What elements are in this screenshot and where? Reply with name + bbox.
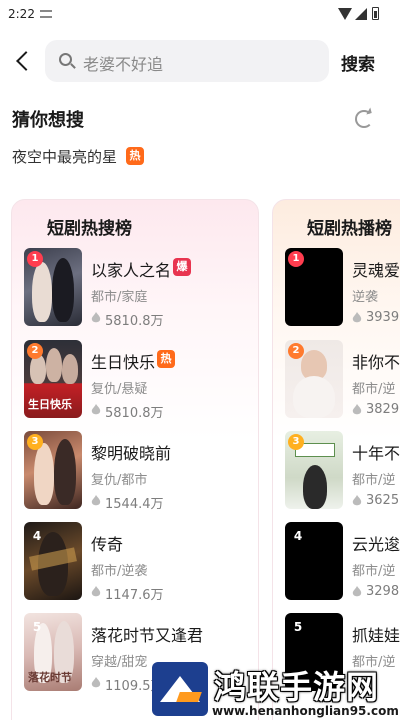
panel-title: 短剧热播榜 xyxy=(307,219,392,239)
site-watermark: 鸿联手游网 www.henanhonglian95.com xyxy=(152,660,400,720)
rank-number: 5 xyxy=(293,620,303,634)
drama-tags: 都市/逆 xyxy=(352,473,396,488)
drama-heat: 5810.8万 xyxy=(105,406,164,421)
drama-title: 生日快乐 xyxy=(91,353,156,372)
drama-poster: 2 xyxy=(285,340,343,418)
drama-heat: 3939 xyxy=(366,310,400,325)
drama-title: 十年不 xyxy=(352,444,400,463)
watermark-title: 鸿联手游网 xyxy=(214,668,380,706)
ranking-item[interactable]: 3 黎明破晓前 复仇/都市 1544.4万 xyxy=(24,431,254,513)
flame-icon xyxy=(91,677,101,688)
rank-number: 5 xyxy=(32,620,42,634)
drama-tags: 都市/家庭 xyxy=(91,290,148,305)
rank-number: 4 xyxy=(32,529,42,543)
drama-poster: 落花时节 5 xyxy=(24,613,82,691)
drama-poster: 4 xyxy=(24,522,82,600)
hot-play-ranking-panel: 短剧热播榜 1 灵魂爱 逆袭 3939 2 非你不 都市/逆 3829 3 十年… xyxy=(272,199,400,720)
flame-icon xyxy=(352,495,362,506)
wifi-icon xyxy=(338,8,352,20)
watermark-url: www.henanhonglian95.com xyxy=(212,704,399,718)
flame-icon xyxy=(91,404,101,415)
ranking-item[interactable]: 3 十年不 都市/逆 3625 xyxy=(285,431,400,513)
watermark-logo-icon xyxy=(152,662,208,716)
poster-caption: 落花时节 xyxy=(28,671,72,684)
search-input[interactable]: 老婆不好追 xyxy=(45,40,329,82)
search-placeholder: 老婆不好追 xyxy=(83,55,164,74)
notification-icon xyxy=(40,10,52,18)
drama-heat: 3829 xyxy=(366,402,400,417)
drama-title: 非你不 xyxy=(352,353,400,372)
rank-number: 4 xyxy=(293,529,303,543)
ranking-item[interactable]: 生日快乐 2 生日快乐 热 复仇/悬疑 5810.8万 xyxy=(24,340,254,422)
ranking-item[interactable]: 1 以家人之名 爆 都市/家庭 5810.8万 xyxy=(24,248,254,330)
drama-title: 传奇 xyxy=(91,535,124,554)
drama-title: 以家人之名 xyxy=(91,261,172,280)
guess-section-title: 猜你想搜 xyxy=(12,110,84,131)
flame-icon xyxy=(91,312,101,323)
drama-poster: 生日快乐 2 xyxy=(24,340,82,418)
drama-poster: 3 xyxy=(285,431,343,509)
ranking-item[interactable]: 4 云光逡 都市/逆 3298 xyxy=(285,522,400,604)
drama-tags: 穿越/甜宠 xyxy=(91,655,148,670)
rank-number: 2 xyxy=(27,343,43,359)
search-icon xyxy=(59,53,72,66)
refresh-icon[interactable] xyxy=(355,110,373,128)
drama-title: 灵魂爱 xyxy=(352,261,400,280)
drama-heat: 3298 xyxy=(366,584,400,599)
flame-icon xyxy=(352,586,362,597)
status-bar: 2:22 xyxy=(0,0,400,30)
drama-heat: 1147.6万 xyxy=(105,588,164,603)
rank-number: 2 xyxy=(288,343,304,359)
hot-search-ranking-panel: 短剧热搜榜 1 以家人之名 爆 都市/家庭 5810.8万 生日快乐 2 生日快… xyxy=(11,199,259,720)
drama-tags: 都市/逆袭 xyxy=(91,564,148,579)
ranking-item[interactable]: 1 灵魂爱 逆袭 3939 xyxy=(285,248,400,330)
drama-tags: 都市/逆 xyxy=(352,382,396,397)
drama-title: 黎明破晓前 xyxy=(91,444,172,463)
search-button[interactable]: 搜索 xyxy=(341,50,375,75)
battery-icon xyxy=(372,7,379,20)
drama-title: 云光逡 xyxy=(352,535,400,554)
drama-poster: 3 xyxy=(24,431,82,509)
back-arrow-icon[interactable] xyxy=(10,46,38,76)
rank-number: 1 xyxy=(27,251,43,267)
panel-title: 短剧热搜榜 xyxy=(47,219,132,239)
drama-heat: 3625 xyxy=(366,493,400,508)
guess-item[interactable]: 夜空中最亮的星 xyxy=(12,146,117,167)
drama-tags: 复仇/都市 xyxy=(91,473,148,488)
flame-icon xyxy=(91,586,101,597)
rank-number: 1 xyxy=(288,251,304,267)
drama-tags: 都市/逆 xyxy=(352,564,396,579)
drama-heat: 1544.4万 xyxy=(105,497,164,512)
drama-tags: 逆袭 xyxy=(352,290,379,305)
drama-tags: 复仇/悬疑 xyxy=(91,382,148,397)
explode-badge: 爆 xyxy=(173,258,191,276)
signal-icon xyxy=(355,8,367,20)
drama-title: 落花时节又逢君 xyxy=(91,626,204,645)
drama-poster: 1 xyxy=(285,248,343,326)
flame-icon xyxy=(352,404,362,415)
drama-heat: 5810.8万 xyxy=(105,314,164,329)
ranking-item[interactable]: 4 传奇 都市/逆袭 1147.6万 xyxy=(24,522,254,604)
flame-icon xyxy=(91,495,101,506)
status-time: 2:22 xyxy=(8,7,35,21)
rank-number: 3 xyxy=(288,434,304,450)
drama-poster: 4 xyxy=(285,522,343,600)
drama-poster: 1 xyxy=(24,248,82,326)
flame-icon xyxy=(352,312,362,323)
ranking-item[interactable]: 2 非你不 都市/逆 3829 xyxy=(285,340,400,422)
drama-title: 抓娃娃 xyxy=(352,626,400,645)
hot-badge: 热 xyxy=(157,350,175,368)
rank-number: 3 xyxy=(27,434,43,450)
hot-badge: 热 xyxy=(126,147,144,165)
poster-caption: 生日快乐 xyxy=(28,398,72,411)
